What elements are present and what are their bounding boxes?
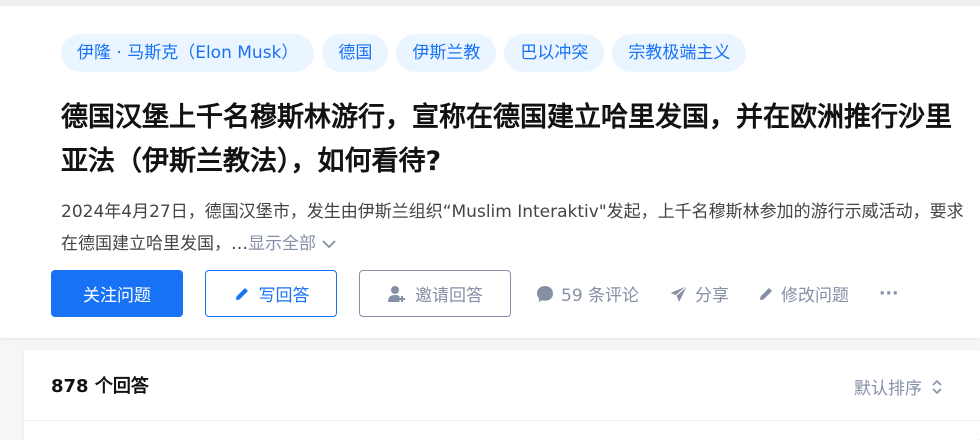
divider: [24, 420, 980, 421]
more-options-button[interactable]: ···: [879, 284, 898, 304]
comments-label: 59 条评论: [561, 286, 640, 306]
invite-user-icon: [388, 285, 405, 302]
share-button[interactable]: 分享: [669, 281, 729, 306]
sort-label: 默认排序: [854, 379, 922, 399]
write-answer-button[interactable]: 写回答: [205, 270, 337, 317]
sort-updown-icon: [932, 379, 942, 394]
topic-tag[interactable]: 伊斯兰教: [396, 34, 497, 72]
show-all-label: 显示全部: [248, 234, 316, 254]
topic-tag[interactable]: 宗教极端主义: [612, 34, 747, 72]
show-all-link[interactable]: 显示全部: [248, 234, 338, 254]
share-label: 分享: [695, 286, 730, 306]
pencil-icon: [760, 287, 773, 300]
sort-selector[interactable]: 默认排序: [854, 374, 944, 399]
edit-question-label: 修改问题: [781, 286, 850, 306]
question-actions: 关注问题 写回答 邀请回答 59 条评论 分享 修改问题 ···: [51, 270, 898, 317]
answer-count: 878 个回答: [51, 376, 149, 397]
topic-tags: 伊隆 · 马斯克（Elon Musk） 德国 伊斯兰教 巴以冲突 宗教极端主义: [61, 34, 747, 72]
invite-answer-button[interactable]: 邀请回答: [359, 270, 511, 317]
topic-tag[interactable]: 巴以冲突: [504, 34, 605, 72]
question-title: 德国汉堡上千名穆斯林游行，宣称在德国建立哈里发国，并在欧洲推行沙里亚法（伊斯兰教…: [61, 102, 952, 177]
chevron-down-icon: [322, 240, 336, 249]
pencil-icon: [235, 287, 248, 300]
question-excerpt: 2024年4月27日，德国汉堡市，发生由伊斯兰组织“Muslim Interak…: [61, 196, 976, 260]
topic-tag[interactable]: 德国: [322, 34, 389, 72]
follow-question-button[interactable]: 关注问题: [51, 270, 183, 317]
invite-answer-label: 邀请回答: [415, 286, 483, 306]
write-answer-label: 写回答: [258, 286, 310, 306]
edit-question-button[interactable]: 修改问题: [757, 281, 849, 306]
excerpt-text: 2024年4月27日，德国汉堡市，发生由伊斯兰组织“Muslim Interak…: [61, 202, 964, 254]
question-header: 伊隆 · 马斯克（Elon Musk） 德国 伊斯兰教 巴以冲突 宗教极端主义 …: [0, 6, 980, 338]
share-paper-plane-icon: [670, 285, 688, 302]
comment-bubble-icon: [537, 285, 553, 302]
topic-tag[interactable]: 伊隆 · 马斯克（Elon Musk）: [61, 34, 315, 72]
comments-button[interactable]: 59 条评论: [535, 281, 639, 306]
